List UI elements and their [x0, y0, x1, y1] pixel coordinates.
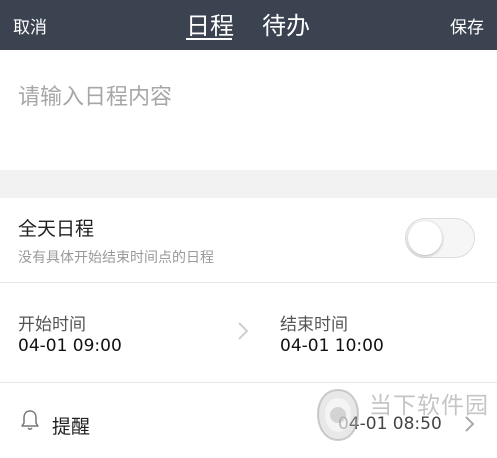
divider — [0, 382, 497, 383]
bell-icon — [21, 410, 39, 430]
tab-schedule[interactable]: 日程 — [186, 6, 234, 41]
all-day-toggle[interactable] — [405, 218, 475, 258]
schedule-content-input[interactable] — [18, 80, 478, 114]
start-time-label: 开始时间 — [18, 315, 86, 335]
end-time-value: 04-01 10:00 — [280, 336, 384, 356]
save-button[interactable]: 保存 — [450, 13, 484, 38]
all-day-title: 全天日程 — [18, 218, 95, 240]
reminder-row[interactable]: 提醒 04-01 08:50 — [0, 396, 497, 458]
top-bar: 取消 日程 待办 保存 — [0, 0, 497, 50]
chevron-right-icon — [238, 322, 249, 340]
end-time-label: 结束时间 — [280, 315, 348, 335]
start-time-field[interactable]: 开始时间 04-01 09:00 — [0, 296, 200, 368]
active-tab-indicator — [186, 38, 232, 40]
chevron-right-icon — [465, 416, 475, 432]
divider — [0, 282, 497, 283]
end-time-field[interactable]: 结束时间 04-01 10:00 — [262, 296, 462, 368]
all-day-subtitle: 没有具体开始结束时间点的日程 — [18, 250, 214, 266]
cancel-button[interactable]: 取消 — [13, 13, 47, 38]
start-time-value: 04-01 09:00 — [18, 336, 122, 356]
reminder-value: 04-01 08:50 — [338, 414, 442, 434]
reminder-label: 提醒 — [52, 416, 91, 438]
tab-todo[interactable]: 待办 — [262, 6, 310, 41]
toggle-knob — [408, 221, 442, 255]
section-gap — [0, 170, 497, 198]
